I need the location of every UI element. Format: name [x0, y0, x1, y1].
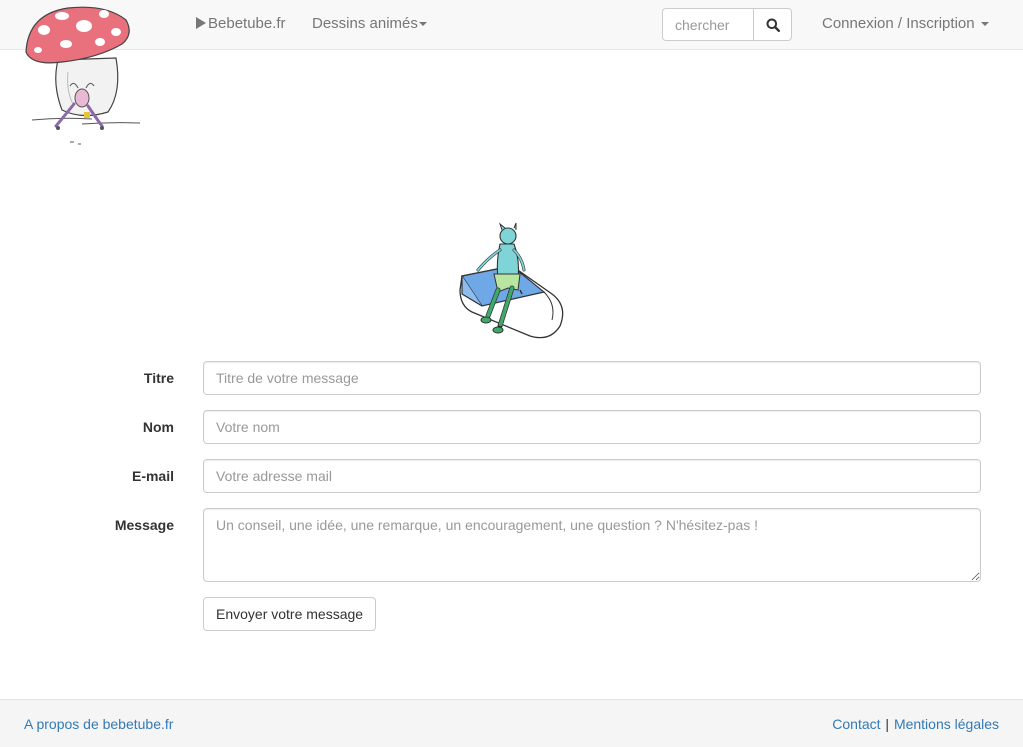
titre-input[interactable]: [203, 361, 981, 395]
nav-dessins-dropdown[interactable]: Dessins animés: [312, 0, 427, 49]
nav-brand-link[interactable]: Bebetube.fr: [196, 0, 286, 49]
footer-links: Contact | Mentions légales: [832, 716, 999, 732]
search-icon: [766, 18, 780, 32]
message-textarea[interactable]: [203, 508, 981, 582]
nav-dessins-label: Dessins animés: [312, 15, 418, 32]
search-button[interactable]: [753, 8, 792, 41]
nom-input[interactable]: [203, 410, 981, 444]
nav-brand-label: Bebetube.fr: [208, 15, 286, 32]
email-input[interactable]: [203, 459, 981, 493]
contact-link[interactable]: Contact: [832, 716, 880, 732]
nom-label: Nom: [142, 419, 174, 435]
search-form: [662, 8, 792, 41]
page-footer: A propos de bebetube.fr Contact | Mentio…: [0, 699, 1023, 747]
titre-label: Titre: [143, 370, 174, 386]
caret-down-icon: [980, 22, 989, 27]
about-link[interactable]: A propos de bebetube.fr: [24, 716, 173, 732]
email-label: E-mail: [131, 468, 174, 484]
account-label: Connexion / Inscription: [822, 15, 975, 32]
footer-separator: |: [885, 716, 890, 732]
legal-link[interactable]: Mentions légales: [894, 716, 999, 732]
caret-down-icon: [418, 22, 427, 27]
top-navbar: Bebetube.fr Dessins animés Connexion / I…: [0, 0, 1023, 50]
bebetube-logo-mushroom[interactable]: [22, 2, 144, 148]
message-label: Message: [114, 517, 174, 533]
account-dropdown[interactable]: Connexion / Inscription: [822, 0, 989, 49]
search-input[interactable]: [662, 8, 753, 41]
eraser-character-illustration: [459, 222, 564, 339]
play-icon: [196, 17, 206, 29]
send-message-button[interactable]: Envoyer votre message: [203, 597, 377, 631]
